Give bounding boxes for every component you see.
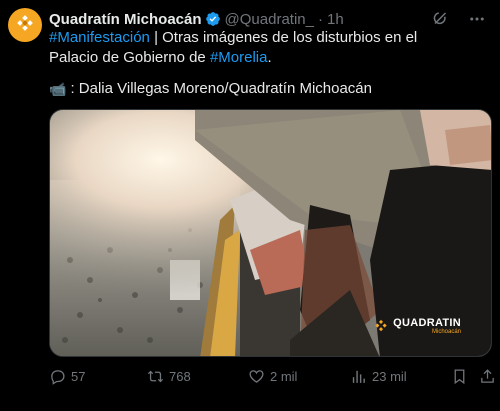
like-count: 2 mil — [270, 369, 298, 384]
video-camera-icon: 📹 — [49, 81, 67, 97]
hashtag-manifestacion[interactable]: #Manifestación — [49, 29, 150, 46]
video-watermark: QUADRATIN Michoacán — [373, 318, 461, 336]
avatar[interactable] — [8, 8, 42, 42]
share-icon — [481, 369, 494, 383]
like-button[interactable]: 2 mil — [248, 368, 297, 385]
quadratin-watermark-icon — [375, 319, 387, 332]
retweet-button[interactable]: 768 — [147, 368, 191, 385]
tweet-media-video[interactable]: QUADRATIN Michoacán — [49, 109, 492, 357]
hashtag-morelia[interactable]: #Morelia — [210, 49, 268, 66]
credit-text: : Dalia Villegas Moreno/Quadratín Michoa… — [70, 80, 372, 97]
retweet-icon — [147, 370, 164, 383]
retweet-count: 768 — [169, 369, 191, 384]
bookmark-button[interactable] — [451, 368, 468, 385]
share-button[interactable] — [479, 368, 496, 385]
separator-dot: · — [317, 10, 323, 28]
tweet-top-actions — [432, 10, 486, 28]
tweet-text: #Manifestación | Otras imágenes de los d… — [49, 28, 449, 68]
bookmark-icon — [454, 369, 465, 385]
grok-icon[interactable] — [432, 10, 450, 28]
reply-icon — [51, 370, 65, 385]
views-icon — [352, 370, 365, 383]
reply-button[interactable]: 57 — [49, 368, 85, 385]
views-button[interactable]: 23 mil — [350, 368, 407, 385]
timestamp[interactable]: 1h — [327, 11, 344, 28]
heart-icon — [249, 370, 264, 383]
photo-credit: 📹 : Dalia Villegas Moreno/Quadratín Mich… — [49, 79, 372, 99]
author-name[interactable]: Quadratín Michoacán — [49, 11, 202, 28]
quadratin-logo-icon — [17, 15, 33, 31]
verified-badge-icon — [205, 11, 221, 27]
tweet-header: Quadratín Michoacán @Quadratin_ · 1h — [49, 9, 488, 29]
reply-count: 57 — [71, 369, 86, 384]
watermark-subtitle: Michoacán — [431, 329, 461, 335]
views-count: 23 mil — [372, 369, 407, 384]
author-handle[interactable]: @Quadratin_ — [225, 11, 314, 28]
more-icon[interactable] — [468, 10, 486, 28]
tweet-actions-bar: 57 768 2 mil 23 mil — [49, 368, 497, 390]
watermark-title: QUADRATIN — [393, 317, 461, 329]
tweet-text-end: . — [267, 49, 272, 66]
tweet: Quadratín Michoacán @Quadratin_ · 1h #Ma… — [0, 0, 500, 411]
